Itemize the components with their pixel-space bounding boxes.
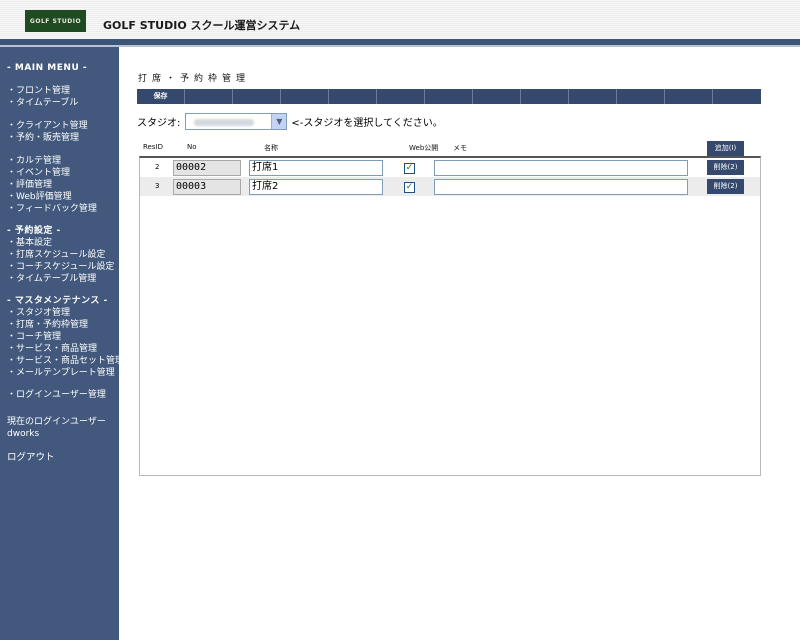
toolbar-slot xyxy=(233,89,281,104)
master-maintenance-heading: - マスタメンテナンス - xyxy=(7,296,108,306)
sidebar-item-timetable-mgmt[interactable]: ・タイムテーブル管理 xyxy=(7,274,96,286)
row-resid: 3 xyxy=(155,182,160,190)
sidebar-item-evaluation[interactable]: ・評価管理 xyxy=(7,180,52,192)
toolbar-slot xyxy=(713,89,761,104)
column-header-web: Web公開 xyxy=(409,144,439,152)
studio-label: スタジオ: xyxy=(137,118,181,129)
sidebar-item-web-evaluation[interactable]: ・Web評価管理 xyxy=(7,192,72,204)
toolbar-slot xyxy=(377,89,425,104)
sidebar-item-bay-schedule[interactable]: ・打席スケジュール設定 xyxy=(7,250,105,262)
save-button[interactable]: 保存 xyxy=(137,89,185,104)
sidebar-item-basic-settings[interactable]: ・基本設定 xyxy=(7,238,52,250)
sidebar-item-coach[interactable]: ・コーチ管理 xyxy=(7,332,61,344)
sidebar-item-service-product[interactable]: ・サービス・商品管理 xyxy=(7,344,97,356)
sidebar-item-event[interactable]: ・イベント管理 xyxy=(7,168,70,180)
memo-field[interactable] xyxy=(434,160,688,176)
studio-select-value xyxy=(194,119,255,126)
memo-field[interactable] xyxy=(434,179,688,195)
sidebar-item-bay-slots[interactable]: ・打席・予約枠管理 xyxy=(7,320,88,332)
toolbar-slot xyxy=(473,89,521,104)
header-divider-light xyxy=(0,45,800,47)
toolbar-slot xyxy=(569,89,617,104)
current-user-name: dworks xyxy=(7,429,40,439)
page-title: 打席・予約枠管理 xyxy=(138,74,251,84)
sidebar-item-client[interactable]: ・クライアント管理 xyxy=(7,121,88,133)
sidebar-item-service-set[interactable]: ・サービス・商品セット管理 xyxy=(7,356,124,368)
add-button[interactable]: 追加(I) xyxy=(707,141,744,156)
studio-selector-row: スタジオ: ▼ <-スタジオを選択してください。 xyxy=(137,113,443,130)
sidebar-item-mail-template[interactable]: ・メールテンプレート管理 xyxy=(7,368,115,380)
column-header-memo: メモ xyxy=(453,144,467,152)
table-row: 3 00003 打席2 ✓ 削除(2) xyxy=(140,177,760,196)
logout-link[interactable]: ログアウト xyxy=(7,452,55,464)
sidebar: - MAIN MENU - ・フロント管理 ・タイムテーブル ・クライアント管理… xyxy=(0,47,124,640)
toolbar-slot xyxy=(425,89,473,104)
row-resid: 2 xyxy=(155,163,160,171)
app-title: GOLF STUDIO スクール運営システム xyxy=(103,19,301,32)
toolbar-slot xyxy=(281,89,329,104)
sidebar-item-coach-schedule[interactable]: ・コーチスケジュール設定 xyxy=(7,262,114,274)
delete-button[interactable]: 削除(2) xyxy=(707,160,744,175)
no-field[interactable]: 00003 xyxy=(173,179,241,195)
column-header-resid: ResID xyxy=(143,143,163,151)
column-header-no: No xyxy=(187,143,197,151)
name-field[interactable]: 打席1 xyxy=(249,160,383,176)
table-row: 2 00002 打席1 ✓ 削除(2) xyxy=(140,158,760,177)
column-header-name: 名称 xyxy=(264,144,278,152)
toolbar-slot xyxy=(521,89,569,104)
web-public-checkbox[interactable]: ✓ xyxy=(404,182,415,193)
bay-table xyxy=(139,156,761,476)
studio-hint: <-スタジオを選択してください。 xyxy=(291,118,443,129)
sidebar-item-feedback[interactable]: ・フィードバック管理 xyxy=(7,204,97,216)
current-user-label: 現在のログインユーザー xyxy=(7,417,106,427)
sidebar-item-chart[interactable]: ・カルテ管理 xyxy=(7,156,61,168)
no-field[interactable]: 00002 xyxy=(173,160,241,176)
toolbar-slot xyxy=(329,89,377,104)
sidebar-item-timetable[interactable]: ・タイムテーブル xyxy=(7,98,78,110)
chevron-down-icon[interactable]: ▼ xyxy=(271,114,287,129)
studio-select[interactable]: ▼ xyxy=(185,113,288,130)
delete-button[interactable]: 削除(2) xyxy=(707,179,744,194)
golf-studio-logo: GOLF STUDIO xyxy=(25,10,86,32)
main-menu-heading: - MAIN MENU - xyxy=(7,63,88,73)
app-header: GOLF STUDIO GOLF STUDIO スクール運営システム xyxy=(0,0,800,40)
sidebar-item-front[interactable]: ・フロント管理 xyxy=(7,86,70,98)
sidebar-item-login-users[interactable]: ・ログインユーザー管理 xyxy=(7,390,106,402)
toolbar-slot xyxy=(617,89,665,104)
toolbar-slot xyxy=(665,89,713,104)
web-public-checkbox[interactable]: ✓ xyxy=(404,163,415,174)
reservation-settings-heading: - 予約設定 - xyxy=(7,226,61,236)
sidebar-item-studio[interactable]: ・スタジオ管理 xyxy=(7,308,70,320)
toolbar-slot xyxy=(185,89,233,104)
toolbar: 保存 xyxy=(137,89,761,104)
sidebar-item-reservation-sales[interactable]: ・予約・販売管理 xyxy=(7,133,79,145)
name-field[interactable]: 打席2 xyxy=(249,179,383,195)
